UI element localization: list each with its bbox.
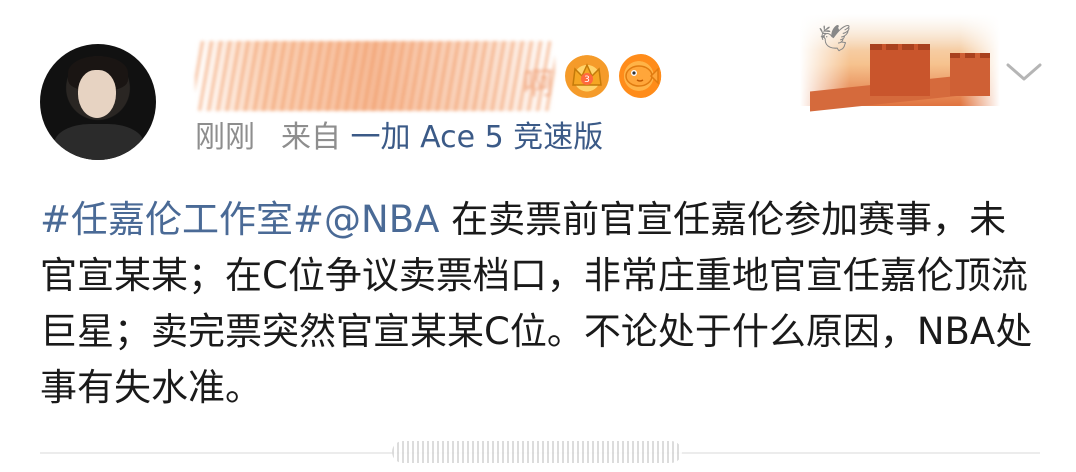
avatar[interactable] xyxy=(40,44,156,160)
tower-shape xyxy=(870,44,930,96)
chevron-down-icon[interactable] xyxy=(1005,58,1043,86)
author-name-obscured[interactable]: 啊 xyxy=(195,41,555,111)
timestamp: 刚刚 xyxy=(195,120,255,155)
avatar-face xyxy=(78,70,116,118)
crown-badge-level: 3 xyxy=(584,75,590,85)
card-decoration-great-wall: 🕊 xyxy=(800,14,1000,112)
fish-badge-icon[interactable] xyxy=(619,54,663,98)
crown-badge-icon[interactable]: 3 xyxy=(565,54,609,98)
footer-obscured-strip xyxy=(392,441,682,463)
post-content: #任嘉伦工作室#@NBA 在卖票前官宣任嘉伦参加赛事，未官宣某某；在C位争议卖票… xyxy=(40,192,1040,416)
mention-link[interactable]: @NBA xyxy=(324,198,439,241)
author-name-visible-fragment: 啊 xyxy=(523,67,553,102)
avatar-shirt xyxy=(54,124,144,160)
topic-link[interactable]: #任嘉伦工作室# xyxy=(40,198,324,241)
tower-shape-2 xyxy=(950,53,990,96)
dove-icon: 🕊 xyxy=(818,24,852,54)
weibo-post: 啊 3 🕊 刚刚 来自 一加 Ace 5 竞速版 #任嘉伦工作室#@NBA 在卖… xyxy=(0,0,1076,472)
source-prefix: 来自 xyxy=(281,120,341,155)
post-meta: 刚刚 来自 一加 Ace 5 竞速版 xyxy=(195,118,603,158)
author-row: 啊 3 xyxy=(195,36,663,116)
source-link[interactable]: 一加 Ace 5 竞速版 xyxy=(351,120,604,155)
